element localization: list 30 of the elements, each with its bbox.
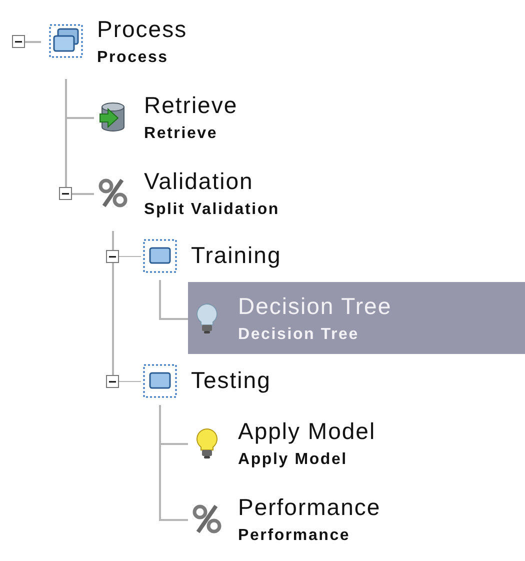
tree-item[interactable]: Process Process xyxy=(47,5,525,77)
node-subtitle: Decision Tree xyxy=(238,326,360,344)
process-icon xyxy=(49,24,83,58)
expand-toggle[interactable] xyxy=(59,187,72,200)
expand-toggle[interactable] xyxy=(106,374,119,388)
tree-item[interactable]: Performance Performance xyxy=(188,483,525,555)
subprocess-icon xyxy=(143,364,177,398)
percent-icon xyxy=(190,502,224,536)
node-subtitle: Performance xyxy=(238,526,352,544)
percent-icon xyxy=(96,176,130,210)
node-title: Process xyxy=(97,16,188,42)
expand-toggle[interactable] xyxy=(106,250,119,262)
node-subtitle: Split Validation xyxy=(144,200,280,218)
node-title: Retrieve xyxy=(144,92,238,118)
expand-toggle[interactable] xyxy=(12,35,25,48)
tree-item[interactable]: Retrieve Retrieve xyxy=(94,81,525,153)
node-title: Apply Model xyxy=(238,418,376,444)
node-title: Training xyxy=(191,242,282,269)
node-subtitle: Retrieve xyxy=(144,124,219,142)
tree-item[interactable]: Training xyxy=(141,233,525,278)
tree-item[interactable]: Testing xyxy=(141,358,525,403)
node-subtitle: Process xyxy=(97,48,170,66)
node-title: Testing xyxy=(191,367,271,394)
node-title: Validation xyxy=(144,168,254,194)
node-title: Decision Tree xyxy=(238,292,392,320)
node-title: Performance xyxy=(238,494,381,520)
tree-item[interactable]: Validation Split Validation xyxy=(94,157,525,229)
node-subtitle: Apply Model xyxy=(238,450,348,468)
tree-item[interactable]: Apply Model Apply Model xyxy=(188,407,525,479)
subprocess-icon xyxy=(143,238,177,272)
